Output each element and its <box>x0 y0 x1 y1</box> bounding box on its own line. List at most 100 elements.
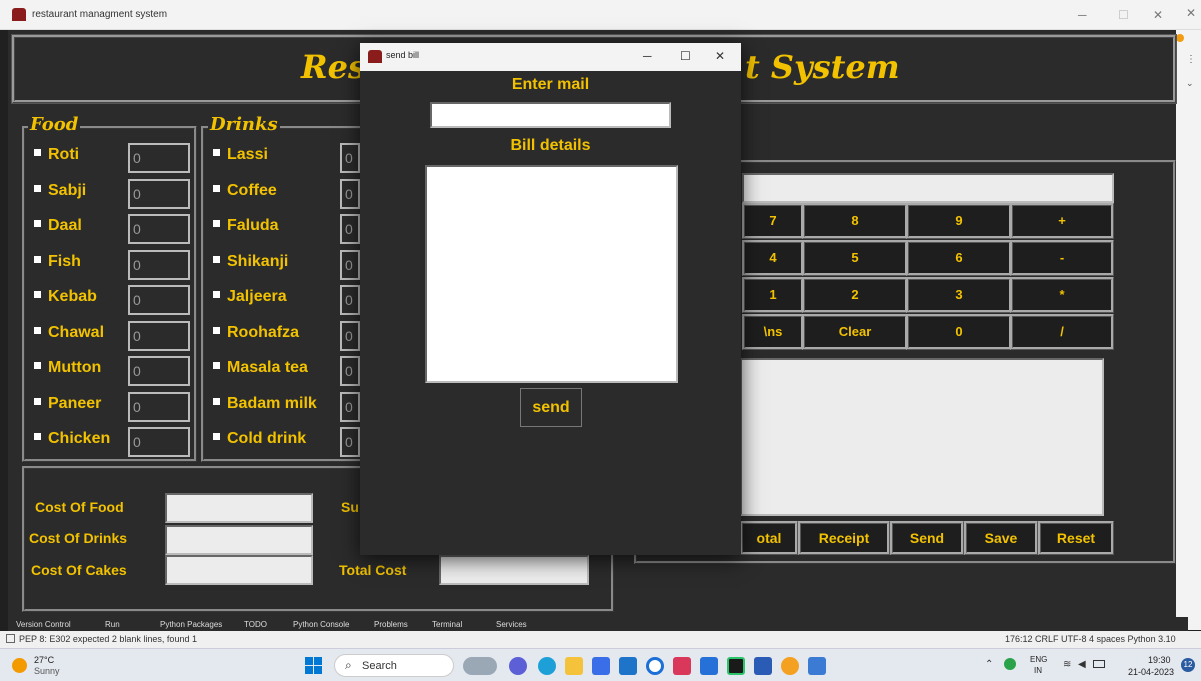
checkbox-icon[interactable] <box>213 220 220 228</box>
language-code[interactable]: ENG <box>1030 655 1047 664</box>
dialog-maximize-icon[interactable]: ☐ <box>680 49 691 63</box>
clock-time[interactable]: 19:30 <box>1148 655 1171 665</box>
close-icon[interactable]: ✕ <box>1153 8 1163 22</box>
calc-key[interactable]: 1 <box>742 277 804 313</box>
chrome-icon[interactable] <box>781 657 799 675</box>
mcafee-icon[interactable] <box>673 657 691 675</box>
calc-key[interactable]: + <box>1010 203 1114 239</box>
status-message[interactable]: PEP 8: E302 expected 2 blank lines, foun… <box>19 634 197 644</box>
ide-tab-3[interactable]: TODO <box>244 620 267 629</box>
checkbox-icon[interactable] <box>34 291 41 299</box>
food-qty-input[interactable]: 0 <box>128 178 190 209</box>
food-qty-input[interactable]: 0 <box>128 391 190 422</box>
cortana-icon[interactable] <box>646 657 664 675</box>
notification-badge[interactable]: 12 <box>1181 658 1195 672</box>
region-code[interactable]: IN <box>1034 666 1042 675</box>
drink-item-3[interactable]: Shikanji <box>213 253 288 271</box>
bill-button-3[interactable]: Save <box>964 521 1038 555</box>
drink-item-8[interactable]: Cold drink <box>213 430 306 448</box>
ide-tab-5[interactable]: Problems <box>374 620 408 629</box>
file-explorer-icon[interactable] <box>565 657 583 675</box>
calc-key[interactable]: 9 <box>906 203 1012 239</box>
checkbox-icon[interactable] <box>213 149 220 157</box>
food-qty-input[interactable]: 0 <box>128 143 190 173</box>
drink-qty-input[interactable]: 0 <box>340 391 360 422</box>
food-qty-input[interactable]: 0 <box>128 427 190 457</box>
more-icon[interactable]: ⋮ <box>1186 54 1196 65</box>
drink-qty-input[interactable]: 0 <box>340 143 360 173</box>
cost-cakes-field[interactable] <box>165 555 313 585</box>
checkbox-icon[interactable] <box>34 255 41 263</box>
app-l-icon[interactable] <box>619 657 637 675</box>
food-qty-input[interactable]: 0 <box>128 285 190 315</box>
checkbox-icon[interactable] <box>213 255 220 263</box>
status-info[interactable]: 176:12 CRLF UTF-8 4 spaces Python 3.10 <box>1005 634 1176 644</box>
clock-date[interactable]: 21-04-2023 <box>1128 667 1174 677</box>
cost-food-field[interactable] <box>165 493 313 523</box>
calc-key[interactable]: 0 <box>906 314 1012 350</box>
weather-condition[interactable]: Sunny <box>34 666 60 676</box>
bill-details-textarea[interactable] <box>425 165 678 383</box>
drink-qty-input[interactable]: 0 <box>340 320 360 351</box>
taskbar-search-box[interactable]: ⌕ Search <box>334 654 454 677</box>
drink-item-2[interactable]: Faluda <box>213 217 279 235</box>
calc-key[interactable]: 7 <box>742 203 804 239</box>
checkbox-icon[interactable] <box>213 397 220 405</box>
calc-key[interactable]: Clear <box>802 314 908 350</box>
checkbox-icon[interactable] <box>34 397 41 405</box>
mail-input[interactable] <box>430 102 671 128</box>
checkbox-icon[interactable] <box>34 433 41 441</box>
checkbox-icon[interactable] <box>213 291 220 299</box>
calc-key[interactable]: 3 <box>906 277 1012 313</box>
dialog-minimize-icon[interactable]: ─ <box>643 49 652 63</box>
ide-tab-6[interactable]: Terminal <box>432 620 462 629</box>
calc-key[interactable]: / <box>1010 314 1114 350</box>
word-icon[interactable] <box>754 657 772 675</box>
drink-qty-input[interactable]: 0 <box>340 356 360 386</box>
chevron-down-icon[interactable]: ⌄ <box>1186 78 1194 89</box>
weather-temp[interactable]: 27°C <box>34 655 54 665</box>
ide-tab-0[interactable]: Version Control <box>16 620 71 629</box>
app-blue-icon[interactable] <box>700 657 718 675</box>
food-item-3[interactable]: Fish <box>34 253 81 271</box>
tray-app-icon[interactable] <box>1004 658 1016 670</box>
food-item-1[interactable]: Sabji <box>34 182 86 200</box>
ide-tab-1[interactable]: Run <box>105 620 120 629</box>
maximize-icon[interactable]: ☐ <box>1118 8 1129 22</box>
ide-tab-7[interactable]: Services <box>496 620 527 629</box>
food-item-4[interactable]: Kebab <box>34 288 97 306</box>
checkbox-icon[interactable] <box>213 362 220 370</box>
ide-close-icon[interactable]: ✕ <box>1186 6 1196 20</box>
bill-button-4[interactable]: Reset <box>1038 521 1114 555</box>
checkbox-icon[interactable] <box>34 184 41 192</box>
send-button[interactable]: send <box>520 388 582 427</box>
calc-key[interactable]: 2 <box>802 277 908 313</box>
food-item-0[interactable]: Roti <box>34 146 79 164</box>
food-qty-input[interactable]: 0 <box>128 214 190 244</box>
calc-key[interactable]: * <box>1010 277 1114 313</box>
drink-qty-input[interactable]: 0 <box>340 427 360 457</box>
teams-icon[interactable] <box>509 657 527 675</box>
drink-item-6[interactable]: Masala tea <box>213 359 308 377</box>
calc-key[interactable]: 8 <box>802 203 908 239</box>
food-item-5[interactable]: Chawal <box>34 324 104 342</box>
wifi-icon[interactable]: ≋ <box>1063 659 1071 670</box>
drink-item-7[interactable]: Badam milk <box>213 395 317 413</box>
ide-tab-2[interactable]: Python Packages <box>160 620 222 629</box>
windows-start-icon[interactable] <box>305 657 322 674</box>
python-icon[interactable] <box>808 657 826 675</box>
checkbox-icon[interactable] <box>213 433 220 441</box>
widgets-icon[interactable] <box>463 657 497 675</box>
checkbox-icon[interactable] <box>213 326 220 334</box>
chevron-up-icon[interactable]: ⌃ <box>985 659 993 670</box>
drink-item-4[interactable]: Jaljeera <box>213 288 287 306</box>
total-cost-field[interactable] <box>439 555 589 585</box>
minimize-icon[interactable]: ─ <box>1078 8 1087 22</box>
calc-key[interactable]: 4 <box>742 240 804 276</box>
checkbox-icon[interactable] <box>34 362 41 370</box>
food-qty-input[interactable]: 0 <box>128 356 190 386</box>
weather-sun-icon[interactable] <box>12 658 27 673</box>
checkbox-icon[interactable] <box>34 220 41 228</box>
bill-button-1[interactable]: Receipt <box>798 521 890 555</box>
drink-qty-input[interactable]: 0 <box>340 178 360 209</box>
